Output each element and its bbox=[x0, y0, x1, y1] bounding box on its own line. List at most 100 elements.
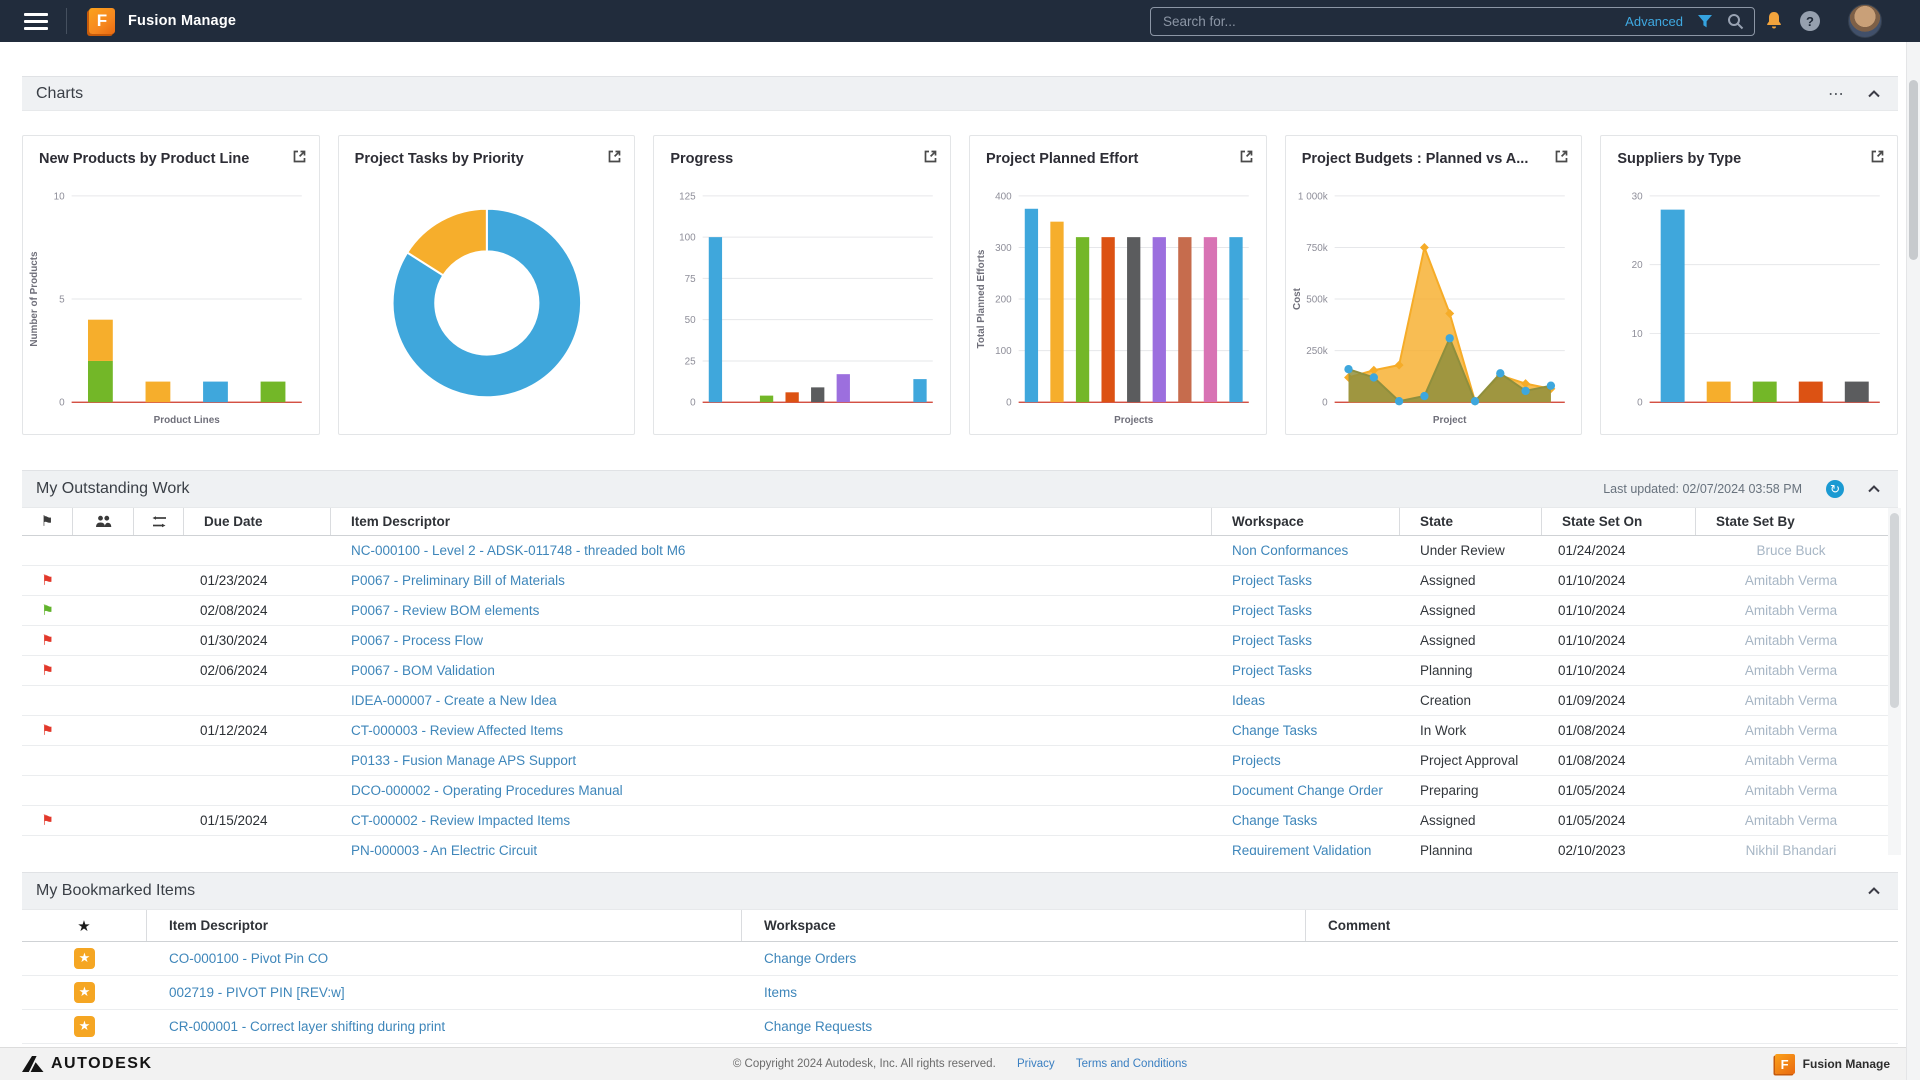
hamburger-menu-icon[interactable] bbox=[24, 12, 48, 30]
item-link[interactable]: P0133 - Fusion Manage APS Support bbox=[351, 753, 576, 768]
advanced-search-link[interactable]: Advanced bbox=[1625, 14, 1683, 29]
workspace-link[interactable]: Project Tasks bbox=[1232, 573, 1312, 588]
workspace-link[interactable]: Project Tasks bbox=[1232, 663, 1312, 678]
search-icon[interactable] bbox=[1727, 13, 1744, 30]
column-header-due-date[interactable]: Due Date bbox=[184, 508, 331, 535]
refresh-icon[interactable]: ↻ bbox=[1826, 480, 1844, 498]
workspace-link[interactable]: Project Tasks bbox=[1232, 603, 1312, 618]
terms-link[interactable]: Terms and Conditions bbox=[1076, 1058, 1187, 1070]
expand-chart-icon[interactable] bbox=[1554, 149, 1569, 169]
expand-chart-icon[interactable] bbox=[923, 149, 938, 169]
expand-chart-icon[interactable] bbox=[292, 149, 307, 169]
column-header-state-set-on[interactable]: State Set On bbox=[1542, 508, 1696, 535]
item-link[interactable]: DCO-000002 - Operating Procedures Manual bbox=[351, 783, 623, 798]
item-link[interactable]: NC-000100 - Level 2 - ADSK-011748 - thre… bbox=[351, 543, 685, 558]
more-options-icon[interactable]: ⋯ bbox=[1828, 85, 1844, 101]
outstanding-table-row[interactable]: DCO-000002 - Operating Procedures Manual… bbox=[22, 776, 1898, 806]
expand-chart-icon[interactable] bbox=[607, 149, 622, 169]
item-link[interactable]: P0067 - BOM Validation bbox=[351, 663, 495, 678]
workspace-link[interactable]: Change Orders bbox=[764, 951, 856, 966]
flag-cell: ⚑ bbox=[22, 626, 73, 655]
column-header-item-descriptor[interactable]: Item Descriptor bbox=[147, 910, 742, 941]
fusion-manage-badge-icon: F bbox=[1774, 1054, 1795, 1074]
workspace-link[interactable]: Change Tasks bbox=[1232, 723, 1317, 738]
outstanding-rows: NC-000100 - Level 2 - ADSK-011748 - thre… bbox=[22, 536, 1898, 855]
state-set-by-cell: Amitabh Verma bbox=[1744, 813, 1838, 828]
bookmark-star-icon[interactable]: ★ bbox=[74, 1016, 95, 1037]
table-scrollbar-thumb[interactable] bbox=[1890, 513, 1899, 708]
outstanding-table-row[interactable]: ⚑ 01/23/2024 P0067 - Preliminary Bill of M… bbox=[22, 566, 1898, 596]
workspace-cell: Project Tasks bbox=[1212, 626, 1400, 655]
expand-chart-icon[interactable] bbox=[1870, 149, 1885, 169]
item-link[interactable]: CT-000003 - Review Affected Items bbox=[351, 723, 563, 738]
item-link[interactable]: PN-000003 - An Electric Circuit bbox=[351, 843, 537, 855]
workspace-link[interactable]: Project Tasks bbox=[1232, 633, 1312, 648]
outstanding-table-row[interactable]: NC-000100 - Level 2 - ADSK-011748 - thre… bbox=[22, 536, 1898, 566]
item-link[interactable]: CT-000002 - Review Impacted Items bbox=[351, 813, 570, 828]
workspace-link[interactable]: Non Conformances bbox=[1232, 543, 1348, 558]
table-scrollbar[interactable] bbox=[1888, 508, 1901, 855]
expand-chart-icon[interactable] bbox=[1239, 149, 1254, 169]
item-link[interactable]: IDEA-000007 - Create a New Idea bbox=[351, 693, 557, 708]
outstanding-table-row[interactable]: P0133 - Fusion Manage APS Support Project… bbox=[22, 746, 1898, 776]
bookmark-table-row[interactable]: ★ CR-000001 - Correct layer shifting duri… bbox=[22, 1010, 1898, 1044]
column-header-workspace[interactable]: Workspace bbox=[742, 910, 1306, 941]
outstanding-table-row[interactable]: ⚑ 01/15/2024 CT-000002 - Review Impacted I… bbox=[22, 806, 1898, 836]
column-header-state-set-by[interactable]: State Set By bbox=[1696, 508, 1886, 535]
column-header-item-descriptor[interactable]: Item Descriptor bbox=[331, 508, 1212, 535]
page-scrollbar[interactable] bbox=[1906, 42, 1920, 1080]
due-date-cell: 01/15/2024 bbox=[200, 813, 268, 828]
item-link[interactable]: P0067 - Process Flow bbox=[351, 633, 483, 648]
outstanding-table-row[interactable]: ⚑ 02/08/2024 P0067 - Review BOM elements Pr… bbox=[22, 596, 1898, 626]
item-link[interactable]: CO-000100 - Pivot Pin CO bbox=[169, 951, 328, 966]
workspace-link[interactable]: Items bbox=[764, 985, 797, 1000]
outstanding-table-row[interactable]: IDEA-000007 - Create a New Idea Ideas Crea… bbox=[22, 686, 1898, 716]
workspace-link[interactable]: Change Tasks bbox=[1232, 813, 1317, 828]
star-column-header[interactable]: ★ bbox=[22, 910, 147, 941]
footer-legal: © Copyright 2024 Autodesk, Inc. All righ… bbox=[0, 1058, 1920, 1070]
bookmark-star-icon[interactable]: ★ bbox=[74, 982, 95, 1003]
page-scrollbar-thumb[interactable] bbox=[1909, 80, 1918, 260]
navbar-divider bbox=[66, 8, 67, 34]
outstanding-table-row[interactable]: ⚑ 02/06/2024 P0067 - BOM Validation Project… bbox=[22, 656, 1898, 686]
state-set-by-cell: Amitabh Verma bbox=[1744, 723, 1838, 738]
search-input[interactable] bbox=[1163, 14, 1626, 29]
item-link[interactable]: P0067 - Review BOM elements bbox=[351, 603, 539, 618]
flag-column-header[interactable]: ⚑ bbox=[22, 508, 73, 535]
fusion-manage-logo-icon[interactable]: F bbox=[89, 8, 115, 34]
people-icon bbox=[95, 515, 111, 527]
privacy-link[interactable]: Privacy bbox=[1017, 1058, 1055, 1070]
item-link[interactable]: P0067 - Preliminary Bill of Materials bbox=[351, 573, 565, 588]
assignees-column-header[interactable] bbox=[73, 508, 134, 535]
state-set-by-cell: Amitabh Verma bbox=[1744, 693, 1838, 708]
filter-icon[interactable] bbox=[1697, 14, 1713, 29]
user-avatar[interactable] bbox=[1848, 4, 1882, 38]
bookmark-table-row[interactable]: ★ 002719 - PIVOT PIN [REV:w] Items bbox=[22, 976, 1898, 1010]
item-link[interactable]: 002719 - PIVOT PIN [REV:w] bbox=[169, 985, 345, 1000]
state-set-on-cell: 01/10/2024 bbox=[1558, 573, 1626, 588]
outstanding-table-row[interactable]: PN-000003 - An Electric Circuit Requireme… bbox=[22, 836, 1898, 855]
escalation-column-header[interactable] bbox=[134, 508, 184, 535]
bookmark-table-row[interactable]: ★ CO-000100 - Pivot Pin CO Change Orders bbox=[22, 942, 1898, 976]
notifications-bell-icon[interactable] bbox=[1765, 11, 1783, 31]
outstanding-table-row[interactable]: ⚑ 01/12/2024 CT-000003 - Review Affected I… bbox=[22, 716, 1898, 746]
collapse-bookmarks-icon[interactable] bbox=[1868, 887, 1880, 895]
item-descriptor-cell: 002719 - PIVOT PIN [REV:w] bbox=[147, 985, 742, 1000]
collapse-charts-icon[interactable] bbox=[1868, 89, 1880, 98]
workspace-link[interactable]: Requirement Validation bbox=[1232, 843, 1371, 855]
svg-text:500k: 500k bbox=[1306, 295, 1328, 306]
bookmark-star-icon[interactable]: ★ bbox=[74, 948, 95, 969]
workspace-link[interactable]: Projects bbox=[1232, 753, 1281, 768]
workspace-link[interactable]: Document Change Order bbox=[1232, 783, 1383, 798]
workspace-link[interactable]: Change Requests bbox=[764, 1019, 872, 1034]
item-link[interactable]: CR-000001 - Correct layer shifting durin… bbox=[169, 1019, 445, 1034]
global-search-box[interactable]: Advanced bbox=[1150, 7, 1755, 36]
collapse-outstanding-icon[interactable] bbox=[1868, 485, 1880, 493]
workspace-link[interactable]: Ideas bbox=[1232, 693, 1265, 708]
column-header-workspace[interactable]: Workspace bbox=[1212, 508, 1400, 535]
help-icon[interactable]: ? bbox=[1800, 11, 1820, 31]
item-descriptor-cell: P0067 - Preliminary Bill of Materials bbox=[331, 566, 1212, 595]
outstanding-table-row[interactable]: ⚑ 01/30/2024 P0067 - Process Flow Project T… bbox=[22, 626, 1898, 656]
column-header-comment[interactable]: Comment bbox=[1306, 910, 1866, 941]
column-header-state[interactable]: State bbox=[1400, 508, 1542, 535]
